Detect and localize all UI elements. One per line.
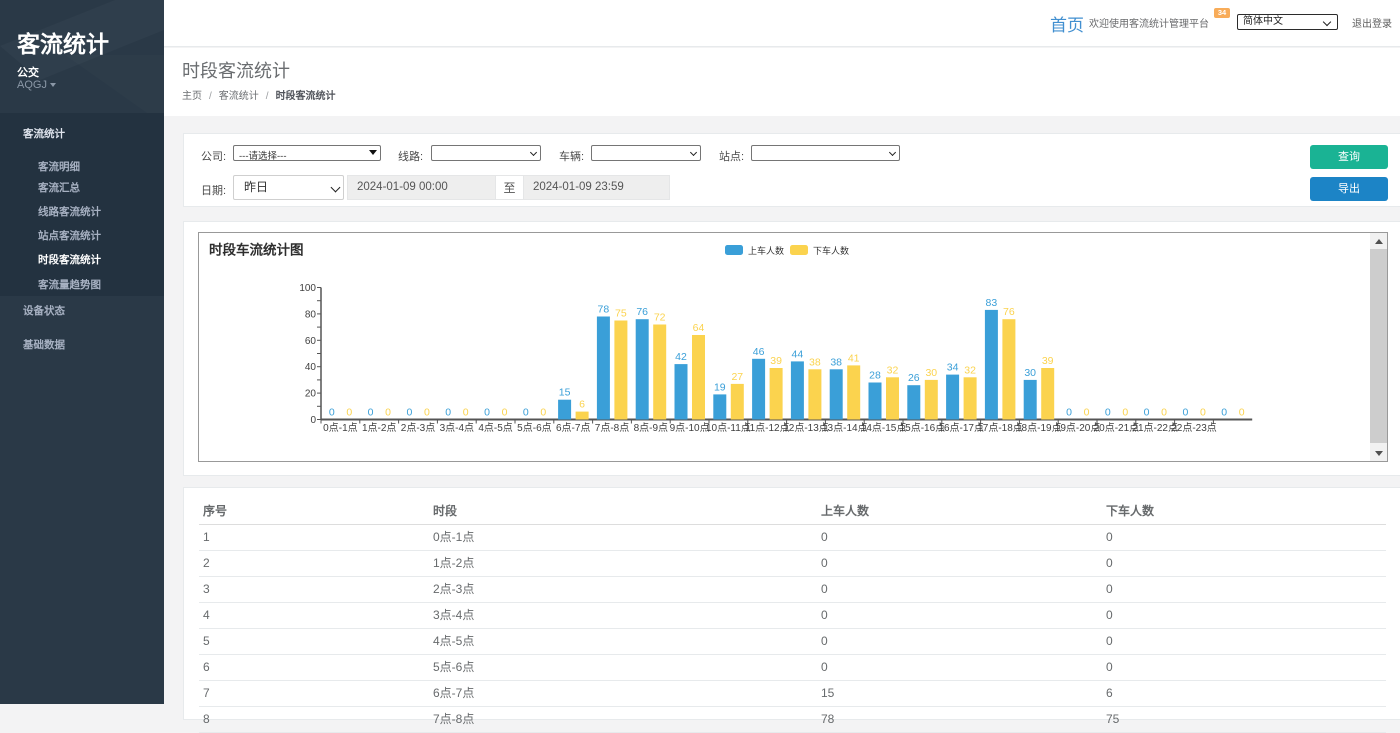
svg-text:上车人数: 上车人数	[748, 245, 784, 256]
svg-text:41: 41	[848, 352, 860, 364]
svg-text:0: 0	[424, 407, 430, 419]
svg-text:4点-5点: 4点-5点	[478, 422, 512, 434]
svg-text:0点-1点: 0点-1点	[323, 422, 357, 434]
svg-text:0: 0	[346, 407, 352, 419]
svg-text:1点-2点: 1点-2点	[362, 422, 396, 434]
svg-text:6点-7点: 6点-7点	[556, 422, 590, 434]
svg-text:0: 0	[1084, 407, 1090, 419]
svg-text:7点-8点: 7点-8点	[595, 422, 629, 434]
svg-text:27: 27	[731, 371, 743, 383]
svg-text:0: 0	[368, 407, 374, 419]
svg-text:38: 38	[809, 356, 821, 368]
svg-text:2点-3点: 2点-3点	[401, 422, 435, 434]
svg-text:0: 0	[1105, 407, 1111, 419]
svg-text:40: 40	[305, 362, 317, 373]
svg-text:0: 0	[523, 407, 529, 419]
svg-text:0: 0	[1182, 407, 1188, 419]
svg-text:0: 0	[1066, 407, 1072, 419]
svg-text:42: 42	[675, 351, 687, 363]
svg-text:5点-6点: 5点-6点	[517, 422, 551, 434]
svg-text:30: 30	[1024, 367, 1036, 379]
svg-text:80: 80	[305, 309, 317, 320]
svg-text:46: 46	[753, 346, 765, 358]
svg-text:0: 0	[445, 407, 451, 419]
svg-text:39: 39	[1042, 355, 1054, 367]
svg-text:26: 26	[908, 372, 920, 384]
svg-text:0: 0	[1200, 407, 1206, 419]
svg-text:0: 0	[310, 415, 316, 426]
svg-text:60: 60	[305, 336, 317, 347]
svg-text:100: 100	[299, 283, 316, 294]
svg-text:0: 0	[1221, 407, 1227, 419]
svg-text:3点-4点: 3点-4点	[440, 422, 474, 434]
svg-text:6: 6	[579, 399, 585, 411]
svg-text:下车人数: 下车人数	[813, 245, 849, 256]
svg-text:76: 76	[636, 306, 648, 318]
svg-text:32: 32	[887, 364, 899, 376]
svg-text:0: 0	[502, 407, 508, 419]
svg-text:0: 0	[540, 407, 546, 419]
svg-text:0: 0	[1161, 407, 1167, 419]
svg-text:39: 39	[770, 355, 782, 367]
svg-text:28: 28	[869, 370, 881, 382]
svg-text:15: 15	[559, 387, 571, 399]
svg-text:78: 78	[598, 304, 610, 316]
svg-text:32: 32	[964, 364, 976, 376]
svg-text:34: 34	[947, 362, 959, 374]
svg-text:时段车流统计图: 时段车流统计图	[209, 242, 304, 258]
svg-text:38: 38	[830, 356, 842, 368]
svg-text:20: 20	[305, 389, 317, 400]
svg-text:76: 76	[1003, 306, 1015, 318]
svg-text:72: 72	[654, 312, 666, 324]
svg-text:0: 0	[463, 407, 469, 419]
svg-text:64: 64	[693, 322, 705, 334]
svg-text:9点-10点: 9点-10点	[670, 422, 710, 434]
svg-text:44: 44	[792, 348, 804, 360]
svg-text:0: 0	[385, 407, 391, 419]
svg-text:75: 75	[615, 308, 627, 320]
svg-text:0: 0	[1144, 407, 1150, 419]
svg-text:0: 0	[406, 407, 412, 419]
svg-text:22点-23点: 22点-23点	[1171, 422, 1217, 434]
svg-text:0: 0	[329, 407, 335, 419]
svg-text:19: 19	[714, 381, 726, 393]
svg-text:0: 0	[1239, 407, 1245, 419]
svg-text:83: 83	[986, 297, 998, 309]
svg-text:0: 0	[1122, 407, 1128, 419]
svg-text:30: 30	[925, 367, 937, 379]
svg-text:8点-9点: 8点-9点	[634, 422, 668, 434]
svg-text:0: 0	[484, 407, 490, 419]
